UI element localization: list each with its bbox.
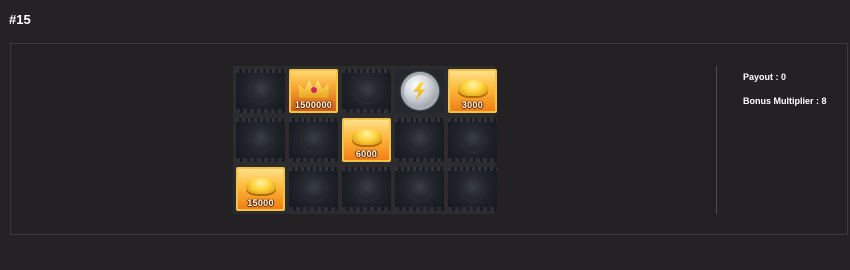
grid-cell-r2c2 (342, 167, 391, 211)
result-panel: 1500000 3000 6000 15000 Payout : 0 Bonus… (10, 43, 848, 235)
grid-cell-r1c0 (236, 118, 285, 162)
skull-icon (249, 129, 272, 151)
skull-icon (302, 178, 325, 200)
grid-cell-r1c1 (289, 118, 338, 162)
grid-cell-r0c2 (342, 69, 391, 113)
grid-cell-r2c1 (289, 167, 338, 211)
grid-cell-r2c0: 15000 (236, 167, 285, 211)
skull-icon (461, 129, 484, 151)
grid-cell-r1c2: 6000 (342, 118, 391, 162)
skull-icon (302, 129, 325, 151)
prize-amount: 1500000 (294, 100, 333, 110)
skull-icon (355, 178, 378, 200)
round-title: #15 (9, 12, 31, 27)
grid-cell-r2c3 (395, 167, 444, 211)
skull-icon (355, 80, 378, 102)
skull-icon (461, 178, 484, 200)
skull-icon (408, 129, 431, 151)
gold-pile-icon (457, 79, 488, 96)
grid-cell-r1c4 (448, 118, 497, 162)
skull-icon (249, 80, 272, 102)
grid-cell-r0c1: 1500000 (289, 69, 338, 113)
reel-grid: 1500000 3000 6000 15000 (233, 66, 497, 214)
grid-cell-r1c3 (395, 118, 444, 162)
gold-pile-icon (351, 128, 382, 145)
skull-icon (408, 178, 431, 200)
silver-coin-icon (400, 72, 439, 110)
grid-cell-r0c3 (395, 69, 444, 113)
gold-pile-icon (245, 177, 276, 194)
grid-cell-r2c4 (448, 167, 497, 211)
grid-cell-r0c4: 3000 (448, 69, 497, 113)
prize-amount: 3000 (461, 100, 484, 110)
vertical-divider (716, 66, 717, 214)
round-summary: Payout : 0 Bonus Multiplier : 8 (743, 72, 827, 120)
prize-amount: 15000 (247, 198, 274, 208)
crown-icon (298, 78, 329, 98)
bonus-multiplier-label: Bonus Multiplier : 8 (743, 96, 827, 106)
prize-amount: 6000 (355, 149, 378, 159)
grid-cell-r0c0 (236, 69, 285, 113)
payout-label: Payout : 0 (743, 72, 787, 82)
